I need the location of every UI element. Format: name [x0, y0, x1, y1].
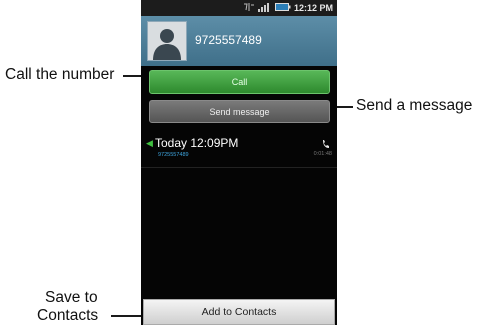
avatar[interactable] [147, 21, 187, 61]
battery-icon [274, 0, 291, 17]
add-to-contacts-button[interactable]: Add to Contacts [143, 299, 335, 325]
status-bar: 12:12 PM [141, 0, 337, 16]
log-number: 9725557489 [158, 152, 189, 158]
log-duration: 0:01:48 [313, 151, 332, 157]
call-button[interactable]: Call [149, 70, 330, 94]
log-time: Today 12:09PM [155, 136, 239, 150]
call-log-entry[interactable]: ◀ Today 12:09PM 9725557489 0:01:48 [141, 131, 337, 168]
phone-screen: 12:12 PM 9725557489 Call Send message ◀ … [141, 0, 337, 325]
contact-number: 9725557489 [195, 33, 262, 47]
signal-icon [257, 0, 272, 17]
contact-header: 9725557489 [141, 16, 337, 66]
outgoing-call-arrow-icon: ◀ [146, 138, 153, 148]
status-time: 12:12 PM [293, 3, 333, 13]
callout-call-number: Call the number [5, 66, 115, 83]
callout-save-line1: Save to [45, 289, 98, 306]
network-icon [243, 0, 255, 17]
person-silhouette-icon [153, 29, 181, 60]
callout-send-message: Send a message [356, 97, 473, 114]
send-message-button[interactable]: Send message [149, 100, 330, 123]
callout-save-line2: Contacts [37, 307, 99, 324]
